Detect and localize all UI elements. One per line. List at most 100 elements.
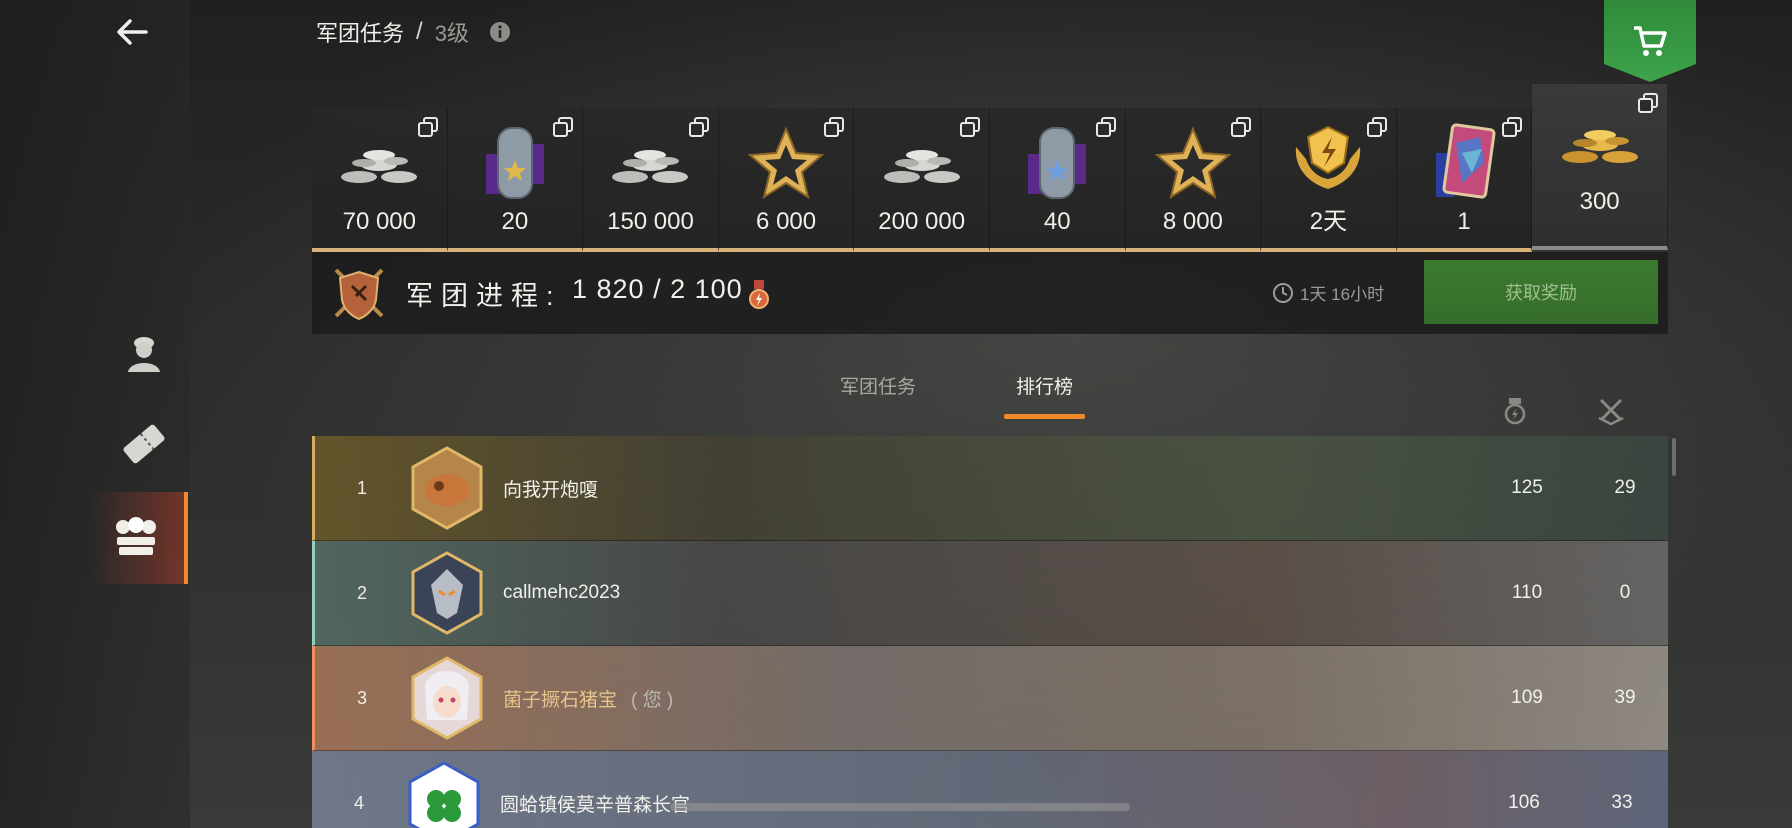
reward-slot[interactable]: 1	[1396, 108, 1533, 252]
medal-column-icon[interactable]	[1500, 396, 1530, 426]
progress-value: 1 820 / 2 100	[572, 274, 743, 304]
tank-badge-blue-star-icon	[1028, 127, 1087, 199]
reward-value: 8 000	[1162, 208, 1223, 235]
left-nav-rail	[0, 0, 190, 828]
player-avatar-icon	[411, 551, 483, 635]
home-indicator[interactable]	[670, 803, 1130, 811]
info-icon[interactable]	[489, 21, 511, 43]
tab-bar: 军团任务 排行榜	[840, 372, 1086, 419]
clan-missions-screen: 军团任务 / 3级 70 000 20 150 000 6 000 200 00…	[0, 0, 1792, 828]
avatar	[409, 656, 485, 740]
avatar	[406, 761, 482, 828]
rank: 1	[356, 477, 367, 498]
rank: 4	[353, 792, 364, 813]
mission-level: 3级	[434, 21, 469, 46]
reward-value: 40	[1043, 208, 1071, 235]
rank: 2	[356, 582, 367, 603]
reward-value: 200 000	[878, 208, 966, 235]
reward-slot[interactable]: 70 000	[312, 108, 448, 252]
shop-button[interactable]	[1604, 0, 1696, 82]
nav-clan[interactable]	[88, 492, 188, 584]
reward-value: 70 000	[342, 208, 416, 235]
copy-icon[interactable]	[1637, 92, 1659, 114]
nav-tickets[interactable]	[100, 404, 188, 484]
copy-icon[interactable]	[417, 116, 439, 138]
nav-profile[interactable]	[100, 312, 188, 392]
premium-emblem-icon	[1296, 125, 1361, 189]
copy-icon[interactable]	[823, 116, 845, 138]
reward-track: 70 000 20 150 000 6 000 200 000 40 8 000…	[312, 84, 1668, 252]
arrow-left-icon	[117, 19, 148, 45]
copy-icon[interactable]	[1366, 116, 1388, 138]
kills: 29	[1614, 477, 1636, 498]
clan-shield-emblem-icon	[334, 268, 384, 321]
timer-text: 1天 16小时	[1300, 285, 1385, 304]
reward-slot[interactable]: 2天	[1261, 108, 1397, 252]
copy-icon[interactable]	[959, 116, 981, 138]
you-tag: ( 您 )	[631, 689, 674, 711]
reward-value: 300	[1579, 188, 1620, 215]
kills: 0	[1619, 582, 1631, 603]
avatar	[409, 551, 485, 635]
reward-slot-current[interactable]: 300	[1532, 84, 1668, 250]
clover-avatar-icon	[408, 761, 480, 828]
copy-icon[interactable]	[688, 116, 710, 138]
clan-group-icon	[116, 517, 156, 555]
breadcrumb: 军团任务 / 3级	[316, 16, 511, 48]
copy-icon[interactable]	[1501, 116, 1523, 138]
player-name: 向我开炮嗄	[503, 479, 599, 501]
player-name: callmehc2023	[503, 582, 621, 603]
leaderboard-row-you[interactable]: 3 菌子撅石猪宝 ( 您 ) 109 39	[312, 646, 1668, 751]
ticket-icon	[123, 424, 165, 464]
card-icon	[1436, 123, 1496, 199]
reward-slot[interactable]: 8 000	[1125, 108, 1262, 252]
tab-clan-missions[interactable]: 军团任务	[840, 372, 916, 415]
kills: 39	[1614, 687, 1636, 708]
copy-icon[interactable]	[1095, 116, 1117, 138]
player-avatar-icon	[411, 446, 483, 530]
clan-progress-panel: 军团进程: 1 820 / 2 100 1天 16小时 获取奖励	[312, 252, 1668, 334]
gold-star-icon	[747, 126, 825, 200]
leaderboard-row[interactable]: 2 callmehc2023 110 0	[312, 541, 1668, 646]
scrollbar[interactable]	[1672, 438, 1676, 476]
reward-slot[interactable]: 200 000	[854, 108, 990, 252]
back-button[interactable]	[110, 10, 154, 54]
leaderboard-row[interactable]: 4 圆蛤镇侯莫辛普森长官 106 33	[312, 751, 1668, 828]
gold-star-icon	[1154, 126, 1232, 200]
player-name: 菌子撅石猪宝	[503, 689, 618, 711]
reward-slot[interactable]: 40	[989, 108, 1126, 252]
soldier-profile-icon	[128, 337, 160, 372]
leaderboard-row[interactable]: 1 向我开炮嗄 125 29	[312, 436, 1668, 541]
progress-label: 军团进程:	[406, 281, 562, 311]
player-name: 圆蛤镇侯莫辛普森长官	[500, 794, 691, 816]
tab-leaderboard[interactable]: 排行榜	[1004, 372, 1086, 419]
cart-icon	[1634, 26, 1667, 56]
reward-value: 1	[1457, 208, 1471, 235]
gold-coins-icon	[1561, 130, 1638, 163]
silver-coins-icon	[883, 150, 960, 183]
reward-slot[interactable]: 150 000	[583, 108, 719, 252]
score: 125	[1511, 477, 1543, 498]
avatar	[409, 446, 485, 530]
score: 110	[1511, 582, 1543, 603]
score: 109	[1511, 687, 1543, 708]
reward-slot[interactable]: 20	[447, 108, 584, 252]
claim-reward-button[interactable]: 获取奖励	[1424, 260, 1658, 324]
crossed-swords-column-icon[interactable]	[1596, 396, 1626, 426]
tank-badge-gold-star-icon	[485, 127, 544, 199]
kills: 33	[1611, 792, 1633, 813]
copy-icon[interactable]	[552, 116, 574, 138]
score: 106	[1508, 792, 1540, 813]
silver-coins-icon	[341, 150, 418, 183]
reward-slot[interactable]: 6 000	[718, 108, 855, 252]
copy-icon[interactable]	[1230, 116, 1252, 138]
reward-value: 2天	[1309, 208, 1348, 235]
leaderboard-list[interactable]: 1 向我开炮嗄 125 29 2 callmehc2023 110 0 3 菌子…	[312, 436, 1668, 828]
player-avatar-icon	[411, 656, 483, 740]
rank: 3	[356, 687, 367, 708]
page-title: 军团任务	[316, 21, 405, 46]
silver-coins-icon	[612, 150, 689, 183]
reward-value: 20	[501, 208, 529, 235]
time-remaining: 1天 16小时	[1272, 280, 1384, 305]
medal-icon	[749, 280, 769, 309]
